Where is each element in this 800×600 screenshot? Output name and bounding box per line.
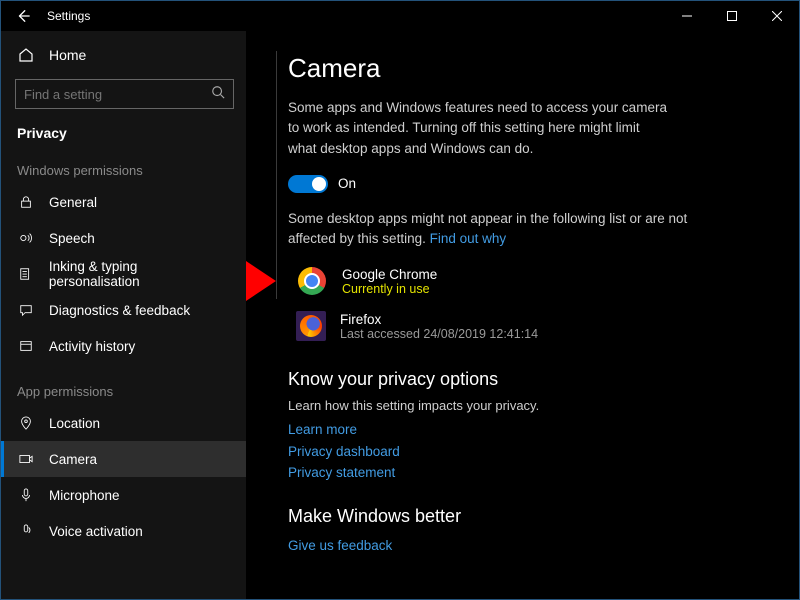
apps-list: Google Chrome Currently in use Firefox L…: [296, 265, 775, 341]
camera-icon: [17, 452, 35, 466]
privacy-options-sub: Learn how this setting impacts your priv…: [288, 398, 775, 413]
make-windows-better-heading: Make Windows better: [288, 506, 775, 527]
app-name: Firefox: [340, 312, 538, 327]
sidebar-item-inking[interactable]: Inking & typing personalisation: [1, 256, 246, 292]
toggle-state-label: On: [338, 176, 356, 191]
speech-icon: [17, 231, 35, 245]
sidebar-item-label: Voice activation: [49, 524, 143, 539]
back-button[interactable]: [9, 2, 37, 30]
sidebar-item-label: Location: [49, 416, 100, 431]
close-button[interactable]: [754, 1, 799, 31]
app-item-firefox: Firefox Last accessed 24/08/2019 12:41:1…: [296, 311, 775, 341]
sidebar-item-voice[interactable]: Voice activation: [1, 513, 246, 549]
camera-toggle[interactable]: [288, 175, 328, 193]
home-label: Home: [49, 47, 86, 63]
microphone-icon: [17, 488, 35, 502]
app-status: Last accessed 24/08/2019 12:41:14: [340, 327, 538, 341]
activity-icon: [17, 339, 35, 353]
sidebar: Home Privacy Windows permissions General…: [1, 31, 246, 599]
current-section-label: Privacy: [1, 119, 246, 155]
sidebar-item-camera[interactable]: Camera: [1, 441, 246, 477]
search-box[interactable]: [15, 79, 234, 109]
window-title: Settings: [47, 9, 90, 23]
apps-list-note: Some desktop apps might not appear in th…: [288, 209, 688, 250]
sidebar-item-label: Camera: [49, 452, 97, 467]
content-panel: Camera Some apps and Windows features ne…: [246, 31, 799, 599]
location-icon: [17, 416, 35, 430]
chrome-app-icon: [296, 265, 328, 297]
maximize-icon: [727, 11, 737, 21]
learn-more-link[interactable]: Learn more: [288, 419, 775, 441]
minimize-button[interactable]: [664, 1, 709, 31]
find-out-why-link[interactable]: Find out why: [430, 231, 507, 246]
home-icon: [17, 47, 35, 63]
divider: [276, 51, 277, 299]
sidebar-item-label: Activity history: [49, 339, 135, 354]
group-app-permissions: App permissions: [1, 376, 246, 405]
search-icon: [211, 85, 225, 104]
group-windows-permissions: Windows permissions: [1, 155, 246, 184]
sidebar-item-label: Inking & typing personalisation: [49, 259, 230, 289]
sidebar-item-label: Diagnostics & feedback: [49, 303, 190, 318]
intro-text: Some apps and Windows features need to a…: [288, 98, 668, 159]
feedback-icon: [17, 303, 35, 317]
close-icon: [772, 11, 782, 21]
sidebar-item-label: Microphone: [49, 488, 120, 503]
arrow-left-icon: [16, 9, 30, 23]
privacy-options-heading: Know your privacy options: [288, 369, 775, 390]
privacy-dashboard-link[interactable]: Privacy dashboard: [288, 441, 775, 463]
maximize-button[interactable]: [709, 1, 754, 31]
sidebar-item-label: Speech: [49, 231, 95, 246]
firefox-app-icon: [296, 311, 326, 341]
feedback-links: Give us feedback: [288, 535, 775, 557]
camera-toggle-row: On: [288, 175, 775, 193]
sidebar-item-general[interactable]: General: [1, 184, 246, 220]
voice-icon: [17, 524, 35, 538]
minimize-icon: [682, 11, 692, 21]
app-status: Currently in use: [342, 282, 437, 296]
sidebar-item-activity[interactable]: Activity history: [1, 328, 246, 364]
window-body: Home Privacy Windows permissions General…: [1, 31, 799, 599]
give-feedback-link[interactable]: Give us feedback: [288, 535, 775, 557]
home-button[interactable]: Home: [1, 37, 246, 73]
privacy-links: Learn more Privacy dashboard Privacy sta…: [288, 419, 775, 484]
sidebar-item-label: General: [49, 195, 97, 210]
sidebar-item-location[interactable]: Location: [1, 405, 246, 441]
lock-icon: [17, 195, 35, 209]
inking-icon: [17, 267, 35, 281]
app-name: Google Chrome: [342, 267, 437, 282]
titlebar: Settings: [1, 1, 799, 31]
sidebar-item-speech[interactable]: Speech: [1, 220, 246, 256]
sidebar-item-microphone[interactable]: Microphone: [1, 477, 246, 513]
toggle-knob: [312, 177, 326, 191]
app-item-chrome: Google Chrome Currently in use: [296, 265, 775, 297]
search-input[interactable]: [24, 87, 211, 102]
sidebar-item-diagnostics[interactable]: Diagnostics & feedback: [1, 292, 246, 328]
page-heading: Camera: [288, 53, 775, 84]
callout-arrow: [246, 261, 276, 301]
privacy-statement-link[interactable]: Privacy statement: [288, 462, 775, 484]
settings-window: Settings Home: [0, 0, 800, 600]
